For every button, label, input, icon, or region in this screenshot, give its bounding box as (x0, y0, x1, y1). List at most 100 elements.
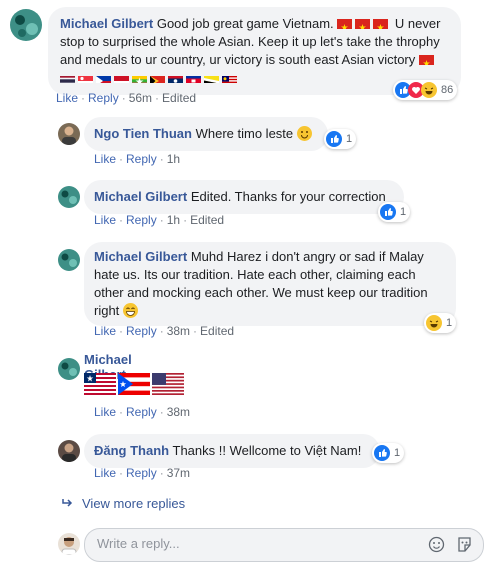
separator-dot: · (119, 213, 124, 227)
indonesia-flag-icon (114, 73, 129, 83)
like-reaction-icon (374, 445, 390, 461)
vietnam-flag-icon (418, 55, 434, 65)
reaction-count: 86 (441, 84, 454, 96)
vietnam-flag-icon (355, 19, 371, 29)
separator-dot: · (119, 324, 124, 338)
puerto-rico-flag-icon (118, 373, 150, 395)
comment-actions: Like · Reply · 1h (94, 152, 180, 166)
separator-dot: · (159, 405, 164, 419)
grin-emoji-icon (122, 303, 138, 318)
like-link[interactable]: Like (94, 466, 116, 480)
liberia-flag-icon (84, 373, 116, 395)
like-link[interactable]: Like (56, 91, 78, 105)
comment-actions: Like · Reply · 56m · Edited (56, 91, 196, 105)
comment-author[interactable]: Michael Gilbert (60, 16, 153, 31)
separator-dot: · (155, 91, 160, 105)
reply-link[interactable]: Reply (126, 466, 157, 480)
philippines-flag-icon (96, 73, 111, 83)
edited-label[interactable]: Edited (200, 324, 234, 338)
reply-input[interactable] (95, 535, 419, 552)
separator-dot: · (159, 213, 164, 227)
separator-dot: · (121, 91, 126, 105)
avatar[interactable] (58, 249, 80, 271)
view-more-replies[interactable]: View more replies (62, 496, 185, 511)
separator-dot: · (119, 152, 124, 166)
comment-author[interactable]: Michael Gilbert (94, 249, 187, 264)
timestamp[interactable]: 1h (167, 213, 180, 227)
reaction-count: 1 (394, 447, 401, 459)
comment-bubble: Michael Gilbert Muhd Harez i don't angry… (84, 242, 456, 326)
timestamp[interactable]: 38m (167, 324, 190, 338)
reply-link[interactable]: Reply (88, 91, 119, 105)
reply-link[interactable]: Reply (126, 324, 157, 338)
reply-link[interactable]: Reply (126, 213, 157, 227)
separator-dot: · (159, 152, 164, 166)
singapore-flag-icon (78, 73, 93, 83)
separator-dot: · (81, 91, 86, 105)
vietnam-flag-icon (373, 19, 389, 29)
reactions-summary[interactable]: 1 (378, 202, 411, 222)
avatar[interactable] (10, 9, 42, 41)
timestamp[interactable]: 1h (167, 152, 180, 166)
myanmar-flag-icon (132, 73, 147, 83)
like-link[interactable]: Like (94, 152, 116, 166)
avatar[interactable] (58, 358, 80, 380)
reaction-count: 1 (346, 133, 353, 145)
timestamp[interactable]: 37m (167, 466, 190, 480)
thailand-flag-icon (60, 73, 75, 83)
separator-dot: · (119, 466, 124, 480)
comment-actions: Like · Reply · 1h · Edited (94, 213, 224, 227)
sticker-icon[interactable] (456, 536, 473, 556)
comment-actions: Like · Reply · 38m (94, 405, 190, 419)
reactions-summary[interactable]: 1 (324, 129, 357, 149)
timestamp[interactable]: 38m (167, 405, 190, 419)
flag-stickers (84, 373, 186, 398)
edited-label[interactable]: Edited (190, 213, 224, 227)
comment-author[interactable]: Ngo Tien Thuan (94, 126, 192, 141)
comment-text: Where timo leste (195, 126, 294, 141)
usa-flag-icon (152, 373, 184, 395)
reply-box (84, 528, 484, 562)
comment-author[interactable]: Michael Gilbert (94, 189, 187, 204)
separator-dot: · (159, 324, 164, 338)
separator-dot: · (119, 405, 124, 419)
comment-bubble: Michael Gilbert Edited. Thanks for your … (84, 180, 404, 214)
comment-author[interactable]: Đăng Thanh (94, 443, 169, 458)
avatar[interactable] (58, 440, 80, 462)
reply-link[interactable]: Reply (126, 152, 157, 166)
comment-actions: Like · Reply · 37m (94, 466, 190, 480)
comment-text: Good job great game Vietnam. (156, 16, 334, 31)
comment-text: Edited. Thanks for your correction (190, 189, 386, 204)
cambodia-flag-icon (186, 73, 201, 83)
like-link[interactable]: Like (94, 405, 116, 419)
reactions-summary[interactable]: 86 (393, 80, 458, 100)
reactions-summary[interactable]: 1 (424, 313, 457, 333)
reactions-summary[interactable]: 1 (372, 443, 405, 463)
separator-dot: · (193, 324, 198, 338)
separator-dot: · (183, 213, 188, 227)
haha-reaction-icon (421, 82, 437, 98)
reply-link[interactable]: Reply (126, 405, 157, 419)
malaysia-flag-icon (222, 73, 237, 83)
like-reaction-icon (380, 204, 396, 220)
timor-leste-flag-icon (150, 73, 165, 83)
smile-emoji-icon (296, 126, 312, 141)
avatar[interactable] (58, 186, 80, 208)
reaction-count: 1 (400, 206, 407, 218)
avatar[interactable] (58, 123, 80, 145)
timestamp[interactable]: 56m (129, 91, 152, 105)
separator-dot: · (159, 466, 164, 480)
comment-text: Thanks !! Wellcome to Việt Nam! (172, 443, 362, 458)
like-link[interactable]: Like (94, 324, 116, 338)
reply-arrow-icon (62, 499, 73, 507)
emoji-picker-icon[interactable] (428, 536, 445, 556)
comment-bubble: Đăng Thanh Thanks !! Wellcome to Việt Na… (84, 434, 380, 468)
view-more-label: View more replies (82, 496, 186, 511)
like-link[interactable]: Like (94, 213, 116, 227)
edited-label[interactable]: Edited (162, 91, 196, 105)
comment-bubble: Ngo Tien Thuan Where timo leste (84, 117, 328, 151)
laos-flag-icon (168, 73, 183, 83)
like-reaction-icon (326, 131, 342, 147)
vietnam-flag-icon (337, 19, 353, 29)
comment-actions: Like · Reply · 38m · Edited (94, 324, 234, 338)
